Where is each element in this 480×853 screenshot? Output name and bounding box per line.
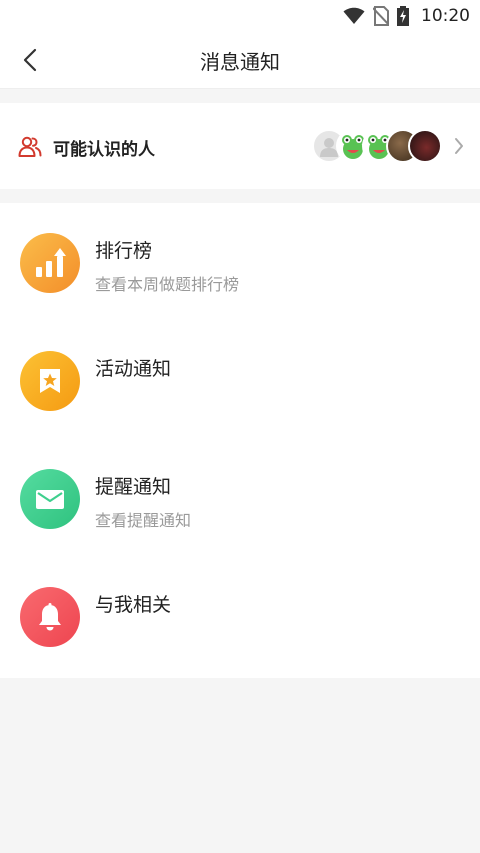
chevron-left-icon <box>23 48 37 72</box>
battery-charging-icon <box>397 6 409 26</box>
avatar <box>408 129 442 163</box>
item-title: 提醒通知 <box>95 476 172 498</box>
wifi-icon <box>343 7 365 24</box>
header: 消息通知 <box>0 32 480 89</box>
chart-icon <box>20 233 80 293</box>
chevron-right-icon <box>455 138 463 154</box>
item-title: 与我相关 <box>95 594 172 616</box>
people-label: 可能认识的人 <box>53 140 155 160</box>
no-sim-icon <box>373 6 389 26</box>
item-subtitle: 查看提醒通知 <box>95 511 192 530</box>
list-item-activity[interactable]: 活动通知 <box>0 321 480 439</box>
back-button[interactable] <box>14 44 46 76</box>
section-divider <box>0 189 480 203</box>
people-you-may-know-row[interactable]: 可能认识的人 <box>0 103 480 189</box>
section-divider <box>0 89 480 103</box>
avatar-stack <box>312 129 442 163</box>
item-title: 活动通知 <box>95 358 172 380</box>
list-item-related-to-me[interactable]: 与我相关 <box>0 557 480 675</box>
item-title: 排行榜 <box>95 240 153 262</box>
status-bar: 10:20 <box>0 0 480 32</box>
mail-icon <box>20 469 80 529</box>
clock: 10:20 <box>421 6 470 26</box>
notification-list: 排行榜 查看本周做题排行榜 活动通知 提醒通知 查看提醒通知 与我相关 <box>0 203 480 678</box>
page-title: 消息通知 <box>200 49 280 74</box>
list-item-reminder[interactable]: 提醒通知 查看提醒通知 <box>0 439 480 557</box>
bell-icon <box>20 587 80 647</box>
star-bookmark-icon <box>20 351 80 411</box>
status-icons: 10:20 <box>343 5 470 27</box>
list-item-ranking[interactable]: 排行榜 查看本周做题排行榜 <box>0 203 480 321</box>
people-icon <box>18 136 42 157</box>
item-subtitle: 查看本周做题排行榜 <box>95 275 240 294</box>
